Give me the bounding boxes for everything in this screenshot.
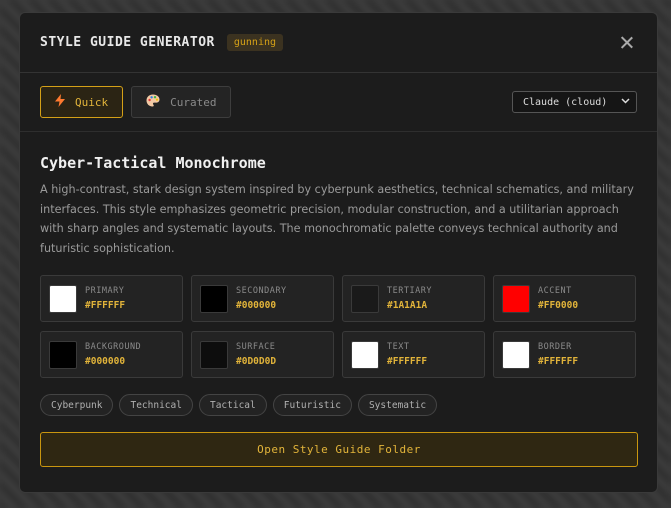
- swatch-label: BACKGROUND: [85, 342, 142, 352]
- swatch-hex: #FFFFFF: [387, 356, 428, 367]
- swatch-hex: #FF0000: [538, 300, 579, 311]
- curated-mode-button[interactable]: Curated: [131, 86, 232, 118]
- model-select-value: Claude (cloud): [523, 96, 608, 108]
- quick-mode-button[interactable]: Quick: [40, 86, 124, 118]
- swatch-label: TEXT: [387, 342, 410, 352]
- swatch-primary[interactable]: PRIMARY #FFFFFF: [40, 275, 183, 322]
- swatch-label: TERTIARY: [387, 286, 432, 296]
- color-chip: [49, 284, 77, 313]
- color-chip: [49, 340, 77, 369]
- model-select[interactable]: Claude (cloud): [512, 91, 637, 113]
- swatch-hex: #1A1A1A: [387, 300, 428, 311]
- style-tags: Cyberpunk Technical Tactical Futuristic …: [40, 394, 637, 416]
- swatch-hex: #FFFFFF: [85, 300, 126, 311]
- color-chip: [200, 340, 228, 369]
- tag-futuristic: Futuristic: [272, 394, 352, 416]
- modal-title: STYLE GUIDE GENERATOR: [40, 35, 215, 50]
- swatch-accent[interactable]: ACCENT #FF0000: [493, 275, 636, 322]
- swatch-hex: #FFFFFF: [538, 356, 579, 367]
- swatch-border[interactable]: BORDER #FFFFFF: [493, 331, 636, 378]
- color-chip: [502, 284, 530, 313]
- style-name: Cyber-Tactical Monochrome: [40, 154, 266, 172]
- style-content: Cyber-Tactical Monochrome A high-contras…: [20, 132, 657, 467]
- swatch-label: SURFACE: [236, 342, 276, 352]
- curated-mode-label: Curated: [170, 95, 217, 109]
- swatch-tertiary[interactable]: TERTIARY #1A1A1A: [342, 275, 485, 322]
- swatch-hex: #000000: [236, 300, 277, 311]
- color-swatch-grid: PRIMARY #FFFFFF SECONDARY #000000 TERTIA…: [40, 275, 637, 378]
- mode-toolbar: Quick Curated Claude (cloud): [20, 73, 657, 132]
- modal-header: STYLE GUIDE GENERATOR gunning: [20, 13, 657, 73]
- user-badge: gunning: [226, 34, 284, 51]
- tag-cyberpunk: Cyberpunk: [40, 394, 114, 416]
- color-chip: [351, 284, 379, 313]
- chevron-down-icon: [621, 97, 630, 107]
- tag-systematic: Systematic: [357, 394, 438, 416]
- color-chip: [200, 284, 228, 313]
- swatch-text[interactable]: TEXT #FFFFFF: [342, 331, 485, 378]
- style-description: A high-contrast, stark design system ins…: [40, 183, 634, 255]
- tag-tactical: Tactical: [198, 394, 267, 416]
- style-guide-modal: STYLE GUIDE GENERATOR gunning Quick Cura…: [19, 12, 658, 493]
- color-chip: [351, 340, 379, 369]
- swatch-hex: #0D0D0D: [236, 356, 277, 367]
- swatch-hex: #000000: [85, 356, 126, 367]
- palette-icon: [146, 94, 160, 111]
- quick-mode-label: Quick: [75, 95, 109, 109]
- swatch-label: ACCENT: [538, 286, 572, 296]
- color-chip: [502, 340, 530, 369]
- swatch-label: BORDER: [538, 342, 572, 352]
- swatch-surface[interactable]: SURFACE #0D0D0D: [191, 331, 334, 378]
- swatch-background[interactable]: BACKGROUND #000000: [40, 331, 183, 378]
- tag-technical: Technical: [119, 394, 193, 416]
- open-style-guide-folder-button[interactable]: Open Style Guide Folder: [40, 432, 638, 467]
- swatch-secondary[interactable]: SECONDARY #000000: [191, 275, 334, 322]
- swatch-label: SECONDARY: [236, 286, 287, 296]
- close-icon[interactable]: [617, 33, 637, 53]
- lightning-icon: [55, 93, 65, 111]
- swatch-label: PRIMARY: [85, 286, 125, 296]
